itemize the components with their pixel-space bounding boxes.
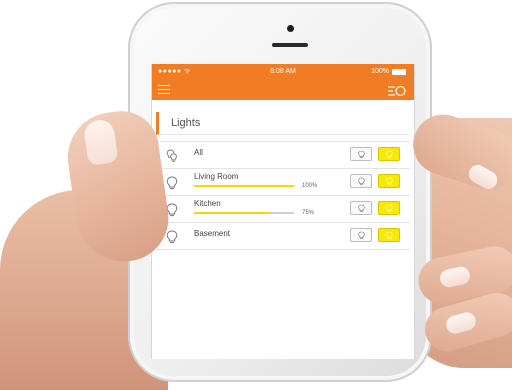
- light-off-button[interactable]: [350, 174, 372, 188]
- bulb-icon: [166, 176, 178, 190]
- bulb-on-icon: [385, 231, 393, 239]
- light-off-button[interactable]: [350, 228, 372, 242]
- dimmer-slider-fill: [194, 212, 269, 214]
- bulb-off-icon: [357, 231, 365, 239]
- bulb-off-icon: [357, 204, 365, 212]
- light-off-button[interactable]: [350, 147, 372, 161]
- light-row: All: [156, 141, 410, 169]
- light-row: Living Room 100%: [156, 169, 410, 196]
- bulb-on-icon: [385, 177, 393, 185]
- light-row: Kitchen 75%: [156, 196, 410, 223]
- bulb-off-icon: [357, 150, 365, 158]
- list-filter-icon[interactable]: [388, 84, 406, 97]
- light-label: All: [194, 148, 203, 157]
- dimmer-slider-fill: [194, 185, 294, 187]
- lights-list: All Living Room 100% Kitchen 75% Basement: [152, 141, 414, 250]
- battery-icon: [392, 69, 406, 75]
- app-bar: [152, 80, 414, 100]
- dimmer-slider[interactable]: [194, 212, 294, 214]
- light-off-button[interactable]: [350, 201, 372, 215]
- bulbs-group-icon: [166, 149, 178, 163]
- light-on-button[interactable]: [378, 174, 400, 188]
- bulb-off-icon: [357, 177, 365, 185]
- app-screen: ●●●●● ᯤ 8:08 AM 100% Lights All Living R…: [151, 64, 415, 359]
- battery-percent: 100%: [371, 68, 389, 75]
- light-label: Kitchen: [194, 199, 221, 208]
- bulb-on-icon: [385, 204, 393, 212]
- thumb-nail: [82, 118, 119, 166]
- dimmer-slider[interactable]: [194, 185, 294, 187]
- bulb-icon: [166, 230, 178, 244]
- status-bar: ●●●●● ᯤ 8:08 AM 100%: [152, 64, 414, 80]
- hamburger-menu-icon[interactable]: [158, 85, 170, 94]
- front-camera: [287, 25, 294, 32]
- light-on-button[interactable]: [378, 147, 400, 161]
- dimmer-value: 75%: [302, 210, 315, 216]
- bulb-on-icon: [385, 150, 393, 158]
- earpiece-speaker: [272, 43, 308, 47]
- light-row: Basement: [156, 223, 410, 250]
- light-on-button[interactable]: [378, 201, 400, 215]
- dimmer-value: 100%: [302, 183, 318, 189]
- light-on-button[interactable]: [378, 228, 400, 242]
- light-label: Living Room: [194, 172, 239, 181]
- section-header-lights: Lights: [156, 112, 410, 135]
- light-label: Basement: [194, 229, 231, 238]
